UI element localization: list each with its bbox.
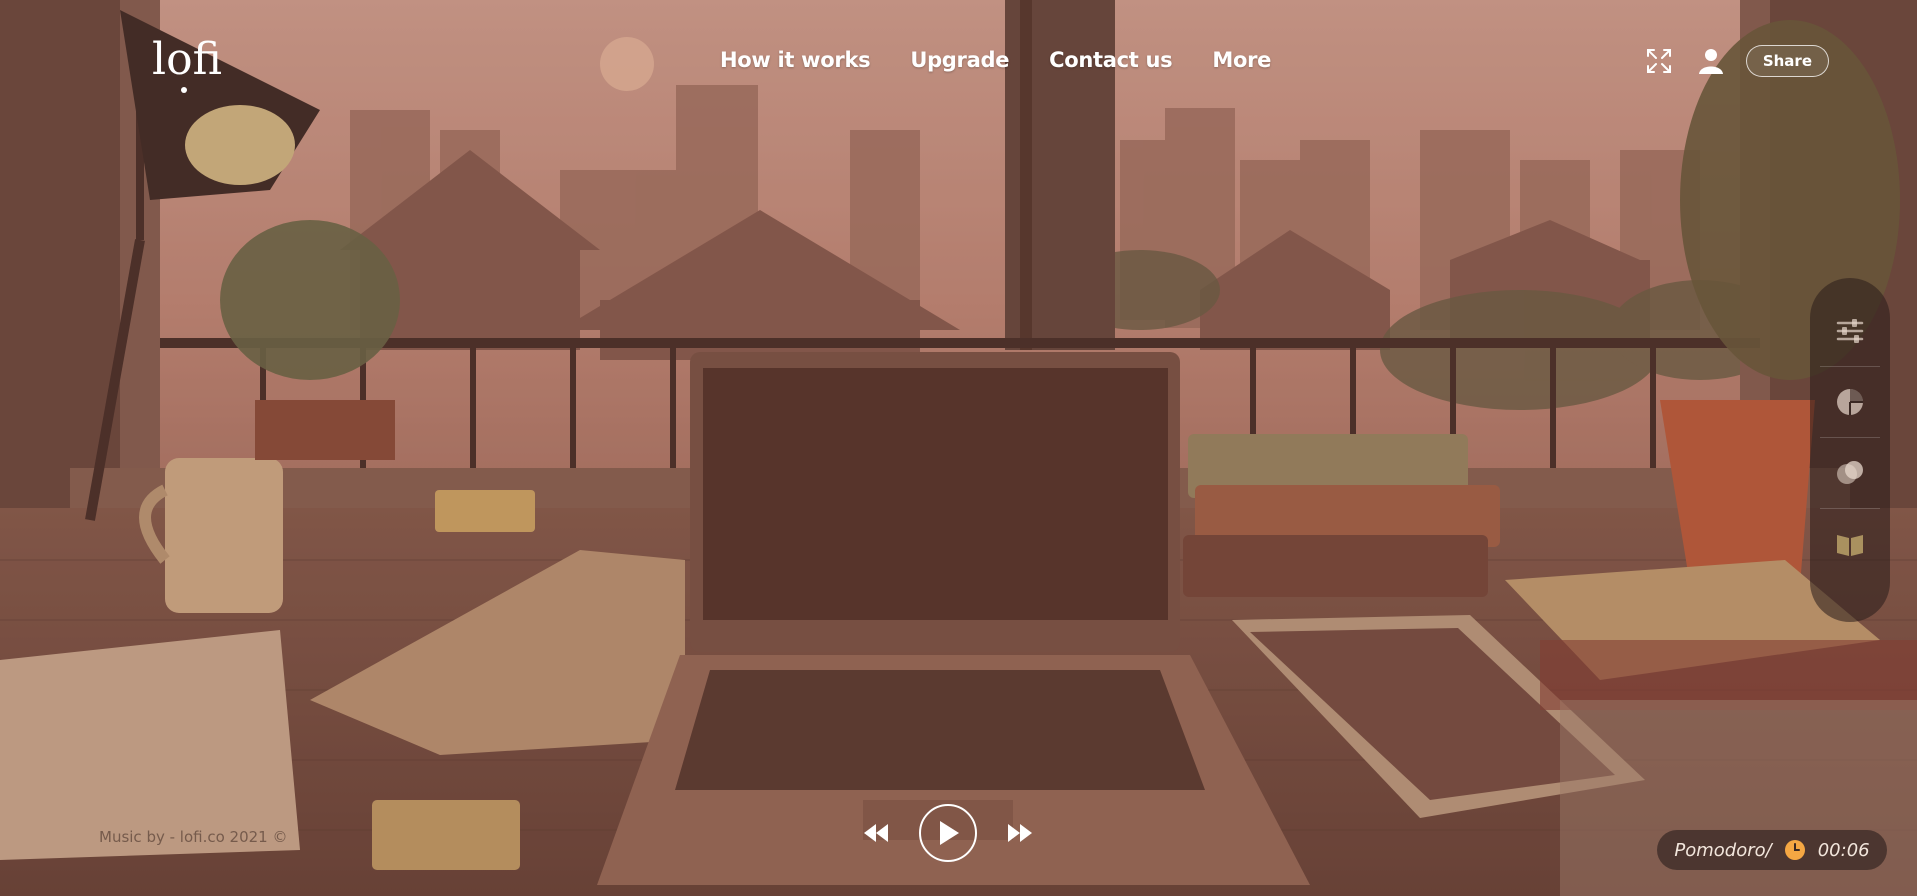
side-control-panel	[1810, 278, 1890, 622]
pomodoro-time: 00:06	[1817, 839, 1870, 861]
user-icon	[1698, 49, 1723, 74]
previous-track-button[interactable]	[863, 820, 889, 846]
music-player	[863, 804, 1033, 862]
music-credit[interactable]: Music by - lofi.co 2021 ©	[99, 828, 288, 846]
nav-more[interactable]: More	[1212, 48, 1271, 72]
pie-chart-icon	[1837, 389, 1863, 415]
sliders-icon	[1836, 319, 1864, 343]
fast-forward-icon	[1008, 824, 1032, 842]
nav-contact-us[interactable]: Contact us	[1049, 48, 1173, 72]
pomodoro-label: Pomodoro/	[1674, 839, 1772, 861]
user-button[interactable]	[1694, 44, 1728, 78]
lofi-logo[interactable]: lofi	[150, 26, 230, 96]
fullscreen-button[interactable]	[1642, 44, 1676, 78]
play-button[interactable]	[919, 804, 977, 862]
lofi-logo-mark: lofi	[152, 34, 222, 93]
rewind-icon	[864, 824, 888, 842]
main-nav: How it works Upgrade Contact us More	[720, 48, 1271, 72]
scenes-button[interactable]	[1820, 438, 1880, 509]
nav-how-it-works[interactable]: How it works	[720, 48, 871, 72]
share-button[interactable]: Share	[1745, 45, 1829, 77]
clock-icon	[1784, 840, 1805, 860]
logo-text: lofi	[152, 34, 222, 85]
background-illustration	[0, 0, 1917, 896]
header-actions: Share	[1642, 44, 1829, 78]
book-icon	[1837, 535, 1863, 556]
stats-button[interactable]	[1820, 367, 1880, 438]
fullscreen-icon	[1646, 49, 1671, 73]
next-track-button[interactable]	[1007, 820, 1033, 846]
scenes-icon	[1837, 461, 1863, 484]
notes-button[interactable]	[1820, 509, 1880, 579]
play-icon	[940, 821, 959, 845]
mixer-button[interactable]	[1820, 296, 1880, 367]
pomodoro-timer[interactable]: Pomodoro/ 00:06	[1657, 830, 1887, 870]
nav-upgrade[interactable]: Upgrade	[910, 48, 1009, 72]
